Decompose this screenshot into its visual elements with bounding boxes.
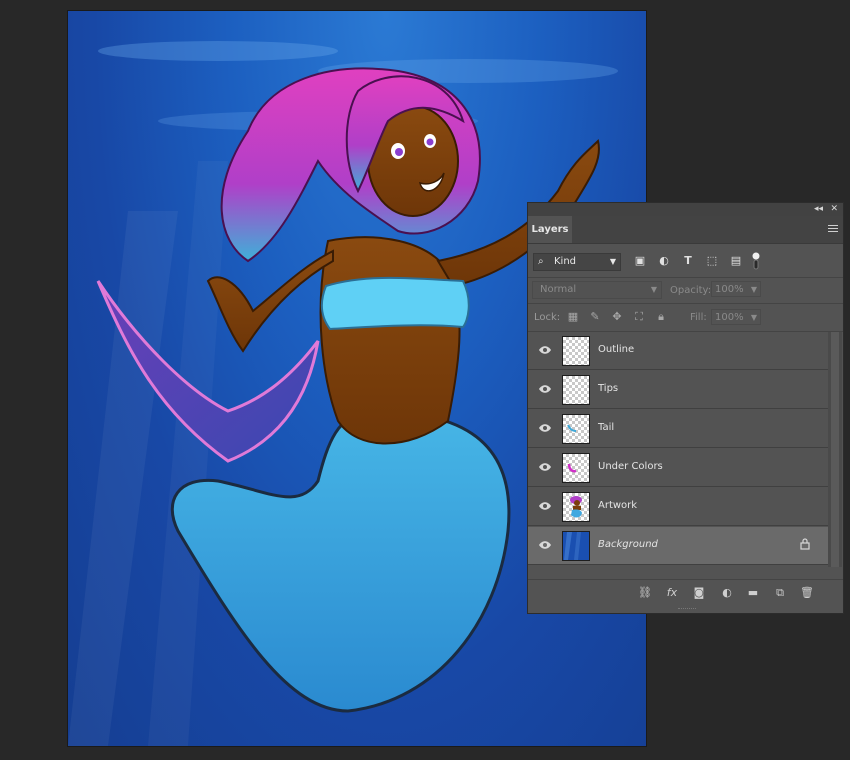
layers-panel: ◂◂ ✕ Layers ⌕ Kind ▼ ▣ ◐ T ⬚ ▤ Normal ▼ <box>527 202 844 614</box>
link-layers-icon[interactable]: ⛓ <box>636 584 654 602</box>
layer-name[interactable]: Tips <box>598 383 618 394</box>
panel-resize-grip[interactable] <box>678 608 696 613</box>
search-icon: ⌕ <box>538 256 544 267</box>
layers-scrollbar[interactable] <box>828 332 842 567</box>
layer-thumbnail <box>562 375 590 405</box>
blend-mode-value: Normal <box>540 284 577 295</box>
layer-row-background[interactable]: Background <box>528 527 828 565</box>
lock-icon[interactable] <box>800 538 810 550</box>
shape-layer-filter-icon[interactable]: ⬚ <box>704 252 720 270</box>
opacity-label: Opacity: <box>670 285 712 296</box>
lock-position-icon[interactable]: ✥ <box>609 308 625 326</box>
layers-bottom-bar: ⛓ fx ◙ ◐ ▬ ⧉ 🗑︎ <box>528 580 843 606</box>
lock-label: Lock: <box>534 312 561 323</box>
close-icon[interactable]: ✕ <box>830 203 838 216</box>
layer-thumbnail <box>562 336 590 366</box>
layer-name[interactable]: Under Colors <box>598 461 663 472</box>
visibility-eye-icon[interactable] <box>538 423 552 433</box>
chevron-down-icon: ▼ <box>750 285 757 294</box>
visibility-eye-icon[interactable] <box>538 462 552 472</box>
blend-mode-select[interactable]: Normal ▼ <box>532 281 662 299</box>
new-layer-icon[interactable]: ⧉ <box>771 584 789 602</box>
lock-row: Lock: ▦ ✎ ✥ ⛶ 🔒︎ Fill: 100% ▼ <box>528 304 843 330</box>
filter-row: ⌕ Kind ▼ ▣ ◐ T ⬚ ▤ <box>528 244 843 277</box>
opacity-field[interactable]: 100% ▼ <box>711 281 761 297</box>
layer-name[interactable]: Background <box>598 539 658 550</box>
blend-row: Normal ▼ Opacity: 100% ▼ <box>528 278 843 302</box>
panel-titlebar: ◂◂ ✕ <box>528 203 843 216</box>
layer-thumbnail <box>562 531 590 561</box>
delete-layer-icon[interactable]: 🗑︎ <box>798 584 816 602</box>
type-layer-filter-icon[interactable]: T <box>680 252 696 270</box>
layer-row-under-colors[interactable]: Under Colors <box>528 449 828 487</box>
chevron-down-icon: ▼ <box>609 257 616 266</box>
filter-toggle-icon[interactable] <box>748 252 764 270</box>
kind-filter-select[interactable]: ⌕ Kind ▼ <box>533 253 621 271</box>
visibility-eye-icon[interactable] <box>538 540 552 550</box>
layer-thumbnail <box>562 492 590 522</box>
layer-thumbnail <box>562 414 590 444</box>
fill-label: Fill: <box>690 312 707 323</box>
layer-row-outline[interactable]: Outline <box>528 332 828 370</box>
panel-menu-icon[interactable] <box>828 225 838 233</box>
layer-row-tail[interactable]: Tail <box>528 410 828 448</box>
layer-name[interactable]: Artwork <box>598 500 637 511</box>
panel-tabs: Layers <box>528 216 843 244</box>
visibility-eye-icon[interactable] <box>538 384 552 394</box>
scrollbar-thumb[interactable] <box>831 332 839 567</box>
layer-row-tips[interactable]: Tips <box>528 371 828 409</box>
fill-field[interactable]: 100% ▼ <box>711 309 761 325</box>
fill-value: 100% <box>715 312 744 323</box>
visibility-eye-icon[interactable] <box>538 501 552 511</box>
lock-all-icon[interactable]: 🔒︎ <box>653 308 669 326</box>
new-group-icon[interactable]: ▬ <box>744 584 762 602</box>
chevron-down-icon: ▼ <box>750 313 757 322</box>
lock-image-pixels-icon[interactable]: ✎ <box>587 308 603 326</box>
double-chevron-left-icon[interactable]: ◂◂ <box>814 203 823 216</box>
layer-thumbnail <box>562 453 590 483</box>
layer-name[interactable]: Tail <box>598 422 614 433</box>
lock-artboard-icon[interactable]: ⛶ <box>631 308 647 326</box>
kind-filter-value: Kind <box>554 256 577 267</box>
smart-object-filter-icon[interactable]: ▤ <box>728 252 744 270</box>
layers-list: Outline Tips Tail Under Colors Artwork B… <box>528 332 828 567</box>
add-mask-icon[interactable]: ◙ <box>690 584 708 602</box>
adjustment-layer-icon[interactable]: ◐ <box>718 584 736 602</box>
pixel-layer-filter-icon[interactable]: ▣ <box>632 252 648 270</box>
chevron-down-icon: ▼ <box>650 285 657 294</box>
fx-icon[interactable]: fx <box>663 584 681 602</box>
layer-row-artwork[interactable]: Artwork <box>528 488 828 526</box>
layer-name[interactable]: Outline <box>598 344 634 355</box>
opacity-value: 100% <box>715 284 744 295</box>
lock-transparent-pixels-icon[interactable]: ▦ <box>565 308 581 326</box>
adjustment-layer-filter-icon[interactable]: ◐ <box>656 252 672 270</box>
visibility-eye-icon[interactable] <box>538 345 552 355</box>
tab-layers[interactable]: Layers <box>528 216 572 243</box>
